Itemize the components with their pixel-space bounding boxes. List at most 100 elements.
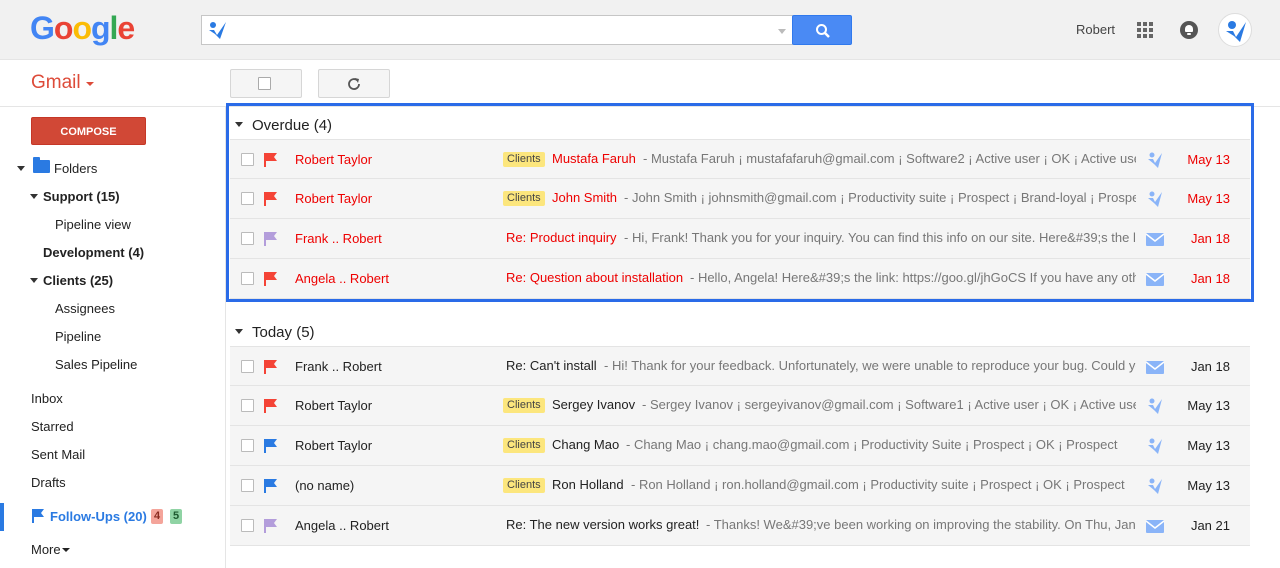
- flag-icon[interactable]: [263, 478, 279, 494]
- list-item[interactable]: Frank .. Robert Re: Can't install - Hi! Th…: [230, 346, 1250, 386]
- search-input[interactable]: [201, 15, 793, 45]
- snippet: - Sergey Ivanov ¡ sergeyivanov@gmail.com…: [642, 397, 1136, 412]
- folder-icon: [33, 157, 50, 173]
- date: Jan 18: [1190, 359, 1230, 374]
- flag-icon[interactable]: [263, 398, 279, 414]
- snippet: - Ron Holland ¡ ron.holland@gmail.com ¡ …: [631, 477, 1125, 492]
- mail-icon: [1145, 233, 1165, 246]
- row-checkbox[interactable]: [241, 479, 254, 492]
- more-caret-icon[interactable]: [62, 548, 70, 552]
- sidebar-item-development[interactable]: Development (4): [43, 245, 144, 260]
- clients-collapse-icon[interactable]: [30, 278, 38, 283]
- sender-name: Robert Taylor: [295, 438, 373, 453]
- sidebar-item-folders[interactable]: Folders: [54, 161, 97, 176]
- list-item[interactable]: Robert Taylor Clients Sergey Ivanov - Serge…: [230, 386, 1250, 426]
- row-checkbox[interactable]: [241, 272, 254, 285]
- sidebar-item-inbox[interactable]: Inbox: [31, 391, 63, 406]
- select-all-checkbox[interactable]: [230, 69, 302, 98]
- subject: Chang Mao: [552, 437, 620, 452]
- flag-icon[interactable]: [263, 191, 279, 207]
- search-options-icon[interactable]: [778, 29, 786, 34]
- flag-icon[interactable]: [263, 438, 279, 454]
- sidebar-item-pipeline-view[interactable]: Pipeline view: [55, 217, 131, 232]
- label-tag[interactable]: Clients: [503, 152, 545, 167]
- list-item[interactable]: Frank .. Robert Re: Product inquiry - Hi, …: [230, 219, 1250, 259]
- sender-name: Angela .. Robert: [295, 518, 389, 533]
- subject: Ron Holland: [552, 477, 624, 492]
- sidebar-item-follow-ups[interactable]: Follow-Ups (20): [50, 509, 147, 524]
- date: May 13: [1187, 438, 1230, 453]
- avatar[interactable]: [1218, 13, 1252, 47]
- app-logo-icon: [209, 22, 226, 39]
- mail-icon: [1145, 520, 1165, 533]
- subject: Sergey Ivanov: [552, 397, 636, 412]
- list-item[interactable]: Angela .. Robert Re: Question about insta…: [230, 259, 1250, 299]
- label-tag[interactable]: Clients: [503, 478, 545, 493]
- refresh-button[interactable]: [318, 69, 390, 98]
- flag-icon[interactable]: [263, 271, 279, 287]
- snippet: - Chang Mao ¡ chang.mao@gmail.com ¡ Prod…: [626, 437, 1118, 452]
- sidebar-item-sent-mail[interactable]: Sent Mail: [31, 447, 85, 462]
- support-collapse-icon[interactable]: [30, 194, 38, 199]
- sidebar-item-pipeline[interactable]: Pipeline: [55, 329, 101, 344]
- section-title-today[interactable]: Today (5): [252, 324, 315, 341]
- list-item[interactable]: (no name) Clients Ron Holland - Ron Holland…: [230, 466, 1250, 506]
- flag-icon: [32, 509, 44, 523]
- flag-icon[interactable]: [263, 152, 279, 168]
- row-checkbox[interactable]: [241, 519, 254, 532]
- compose-button[interactable]: COMPOSE: [31, 117, 146, 145]
- user-name[interactable]: Robert: [1076, 22, 1115, 37]
- subject: Re: Can't install: [506, 358, 597, 373]
- date: May 13: [1187, 478, 1230, 493]
- top-header: Google Robert: [0, 0, 1280, 60]
- row-checkbox[interactable]: [241, 439, 254, 452]
- sender-name: Angela .. Robert: [295, 271, 389, 286]
- row-checkbox[interactable]: [241, 153, 254, 166]
- label-tag[interactable]: Clients: [503, 191, 545, 206]
- row-checkbox[interactable]: [241, 192, 254, 205]
- today-collapse-icon[interactable]: [235, 329, 243, 334]
- date: May 13: [1187, 152, 1230, 167]
- sidebar-item-clients[interactable]: Clients (25): [43, 273, 113, 288]
- sidebar-item-sales-pipeline[interactable]: Sales Pipeline: [55, 357, 137, 372]
- label-tag[interactable]: Clients: [503, 438, 545, 453]
- sidebar-item-more[interactable]: More: [31, 542, 61, 557]
- search-button[interactable]: [792, 15, 852, 45]
- contact-icon: [1148, 191, 1162, 207]
- flag-icon[interactable]: [263, 518, 279, 534]
- overdue-count-badge: 4: [151, 509, 164, 524]
- contact-icon: [1148, 398, 1162, 414]
- avatar-logo-icon: [1226, 21, 1246, 42]
- overdue-collapse-icon[interactable]: [235, 122, 243, 127]
- row-checkbox[interactable]: [241, 232, 254, 245]
- sender-name: (no name): [295, 478, 355, 493]
- flag-icon[interactable]: [263, 231, 279, 247]
- sidebar-item-support[interactable]: Support (15): [43, 189, 120, 204]
- sidebar-item-starred[interactable]: Starred: [31, 419, 74, 434]
- list-item[interactable]: Robert Taylor Clients Mustafa Faruh - Musta…: [230, 139, 1250, 179]
- gmail-menu-caret-icon[interactable]: [86, 82, 94, 86]
- gmail-menu[interactable]: Gmail: [31, 72, 81, 94]
- list-item[interactable]: Robert Taylor Clients John Smith - John Smi…: [230, 179, 1250, 219]
- folders-collapse-icon[interactable]: [17, 166, 25, 171]
- sender-name: Robert Taylor: [295, 152, 373, 167]
- subject: John Smith: [552, 190, 618, 205]
- sidebar-item-drafts[interactable]: Drafts: [31, 475, 66, 490]
- row-checkbox[interactable]: [241, 399, 254, 412]
- date: May 13: [1187, 191, 1230, 206]
- list-item[interactable]: Angela .. Robert Re: The new version work…: [230, 506, 1250, 546]
- google-logo[interactable]: Google: [30, 10, 135, 47]
- mail-icon: [1145, 361, 1165, 374]
- notifications-icon[interactable]: [1180, 21, 1198, 39]
- section-title-overdue[interactable]: Overdue (4): [252, 117, 332, 134]
- snippet: - Mustafa Faruh ¡ mustafafaruh@gmail.com…: [643, 151, 1136, 166]
- apps-grid-icon[interactable]: [1137, 22, 1153, 38]
- snippet: - Hi, Frank! Thank you for your inquiry.…: [624, 230, 1136, 245]
- row-checkbox[interactable]: [241, 360, 254, 373]
- sidebar-item-assignees[interactable]: Assignees: [55, 301, 115, 316]
- list-item[interactable]: Robert Taylor Clients Chang Mao - Chang Mao…: [230, 426, 1250, 466]
- mail-icon: [1145, 273, 1165, 286]
- sender-name: Frank .. Robert: [295, 359, 382, 374]
- label-tag[interactable]: Clients: [503, 398, 545, 413]
- flag-icon[interactable]: [263, 359, 279, 375]
